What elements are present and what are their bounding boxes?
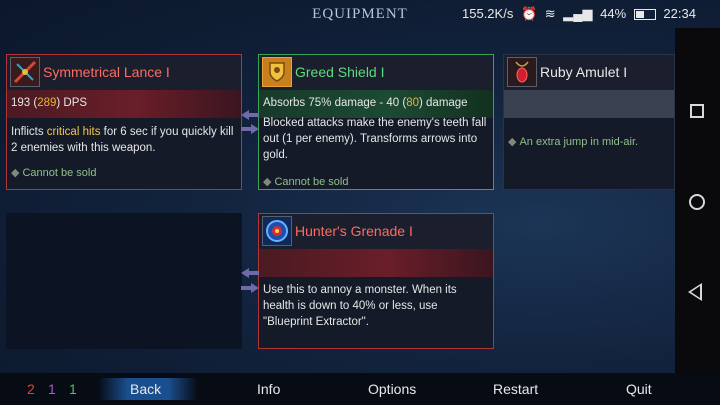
diamond-icon: ◆	[11, 167, 20, 179]
back-icon[interactable]	[688, 283, 702, 301]
info-button[interactable]: Info	[257, 381, 280, 397]
network-speed: 155.2K/s	[462, 6, 514, 21]
item-note: ◆ Cannot be sold	[263, 176, 349, 188]
clock: 22:34	[663, 6, 696, 21]
item-description: Use this to annoy a monster. When its he…	[263, 284, 457, 328]
item-description: Blocked attacks make the enemy's teeth f…	[263, 117, 487, 161]
card-header: Symmetrical Lance I	[7, 55, 241, 90]
amulet-icon	[507, 57, 537, 87]
lance-icon	[10, 57, 40, 87]
item-name: Hunter's Grenade I	[295, 223, 413, 239]
item-note: ◆ An extra jump in mid-air.	[508, 136, 639, 148]
battery-percent: 44%	[600, 6, 627, 21]
stat-band: Absorbs 75% damage - 40 (80) damage	[259, 90, 493, 118]
quit-button[interactable]: Quit	[626, 381, 652, 397]
dps-stat: 193 (289) DPS	[11, 97, 88, 109]
shield-icon	[262, 57, 292, 87]
wifi-icon: ≋	[544, 6, 556, 21]
stat-band: 193 (289) DPS	[7, 90, 241, 118]
counter-red: 2	[27, 381, 35, 397]
battery-icon	[633, 9, 656, 21]
item-description: Inflicts critical hits for 6 sec if you …	[11, 126, 234, 154]
alarm-icon: ⏰	[520, 6, 538, 21]
swap-right-arrow-icon[interactable]	[241, 122, 259, 138]
card-hunters-grenade[interactable]: Hunter's Grenade I Use this to annoy a m…	[258, 213, 494, 349]
home-icon[interactable]	[689, 194, 705, 210]
swap-right-arrow-icon[interactable]	[241, 281, 259, 297]
diamond-icon: ◆	[263, 176, 272, 188]
recent-apps-icon[interactable]	[690, 104, 704, 118]
item-name: Symmetrical Lance I	[43, 64, 170, 80]
signal-icon: ▂▄▆	[563, 6, 593, 21]
back-button[interactable]: Back	[130, 381, 161, 397]
options-button[interactable]: Options	[368, 381, 416, 397]
item-note: ◆ Cannot be sold	[11, 167, 97, 179]
empty-slot[interactable]	[6, 213, 242, 349]
item-name: Greed Shield I	[295, 64, 385, 80]
card-greed-shield[interactable]: Greed Shield I Absorbs 75% damage - 40 (…	[258, 54, 494, 190]
swap-left-arrow-icon[interactable]	[241, 266, 259, 282]
absorb-stat: Absorbs 75% damage - 40 (80) damage	[263, 97, 468, 109]
stat-band	[259, 249, 493, 277]
card-ruby-amulet[interactable]: Ruby Amulet I ◆ An extra jump in mid-air.	[503, 54, 675, 190]
item-name: Ruby Amulet I	[540, 64, 628, 80]
card-header: Hunter's Grenade I	[259, 214, 493, 249]
restart-button[interactable]: Restart	[493, 381, 538, 397]
diamond-icon: ◆	[508, 136, 517, 148]
counter-green: 1	[69, 381, 77, 397]
page-title: EQUIPMENT	[312, 6, 408, 22]
status-bar: 155.2K/s ⏰ ≋ ▂▄▆ 44% 22:34	[462, 6, 700, 22]
stat-band	[504, 90, 674, 118]
card-header: Ruby Amulet I	[504, 55, 674, 90]
grenade-icon	[262, 216, 292, 246]
card-symmetrical-lance[interactable]: Symmetrical Lance I 193 (289) DPS Inflic…	[6, 54, 242, 190]
card-header: Greed Shield I	[259, 55, 493, 90]
counter-purple: 1	[48, 381, 56, 397]
